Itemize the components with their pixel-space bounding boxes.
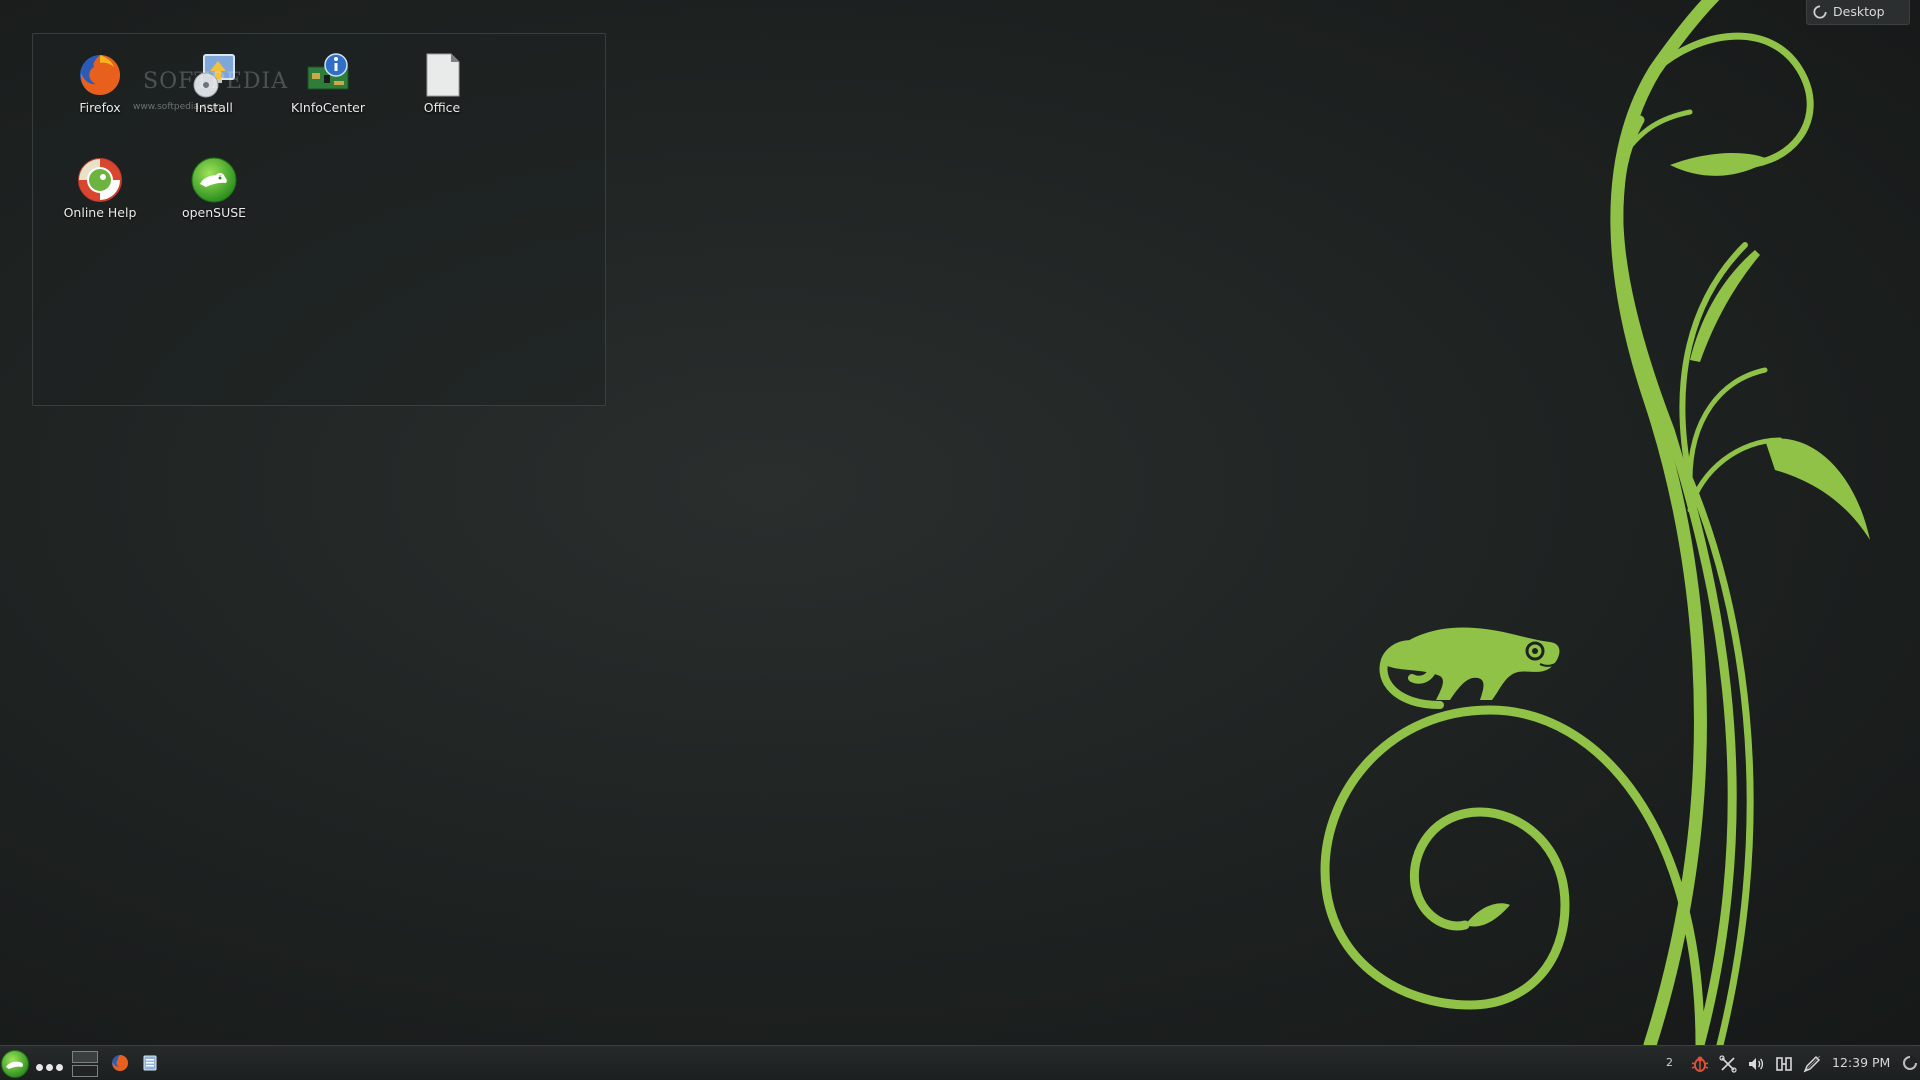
- install-icon: [193, 54, 235, 98]
- desktop-icon-firefox[interactable]: Firefox: [45, 34, 155, 130]
- desktop-icon-office[interactable]: Office: [387, 34, 497, 130]
- desktop-toolbox-button[interactable]: Desktop: [1806, 0, 1910, 25]
- office-document-icon: [426, 53, 460, 97]
- desktop-icon-label: Firefox: [79, 100, 121, 115]
- desktop-icon-install[interactable]: Install: [159, 34, 269, 130]
- dot-icon: [36, 1064, 43, 1071]
- activity-manager-button[interactable]: [36, 1056, 68, 1071]
- dot-icon: [56, 1064, 63, 1071]
- dot-icon: [46, 1064, 53, 1071]
- volume-icon[interactable]: [1746, 1054, 1766, 1074]
- clipboard-icon[interactable]: [1774, 1054, 1794, 1074]
- digital-clock[interactable]: 12:39 PM: [1832, 1055, 1890, 1070]
- desktop-icon-label: openSUSE: [181, 205, 247, 220]
- desktop-icon-label: Install: [195, 100, 233, 115]
- folder-view-widget[interactable]: Firefox Install KInfoCenter Office Onlin…: [32, 33, 606, 406]
- pager-desktop-2[interactable]: [72, 1065, 98, 1077]
- online-help-icon: [78, 158, 122, 202]
- desktop-toolbox-label: Desktop: [1833, 4, 1885, 19]
- firefox-icon[interactable]: [111, 1054, 129, 1072]
- bug-icon[interactable]: [1690, 1054, 1710, 1074]
- opensuse-launcher-icon[interactable]: [0, 1049, 30, 1079]
- panel-toolbox-icon[interactable]: [1902, 1055, 1918, 1071]
- desktop-icon-label: Online Help: [63, 205, 137, 220]
- virtual-desktop-pager[interactable]: [72, 1049, 100, 1079]
- firefox-icon: [80, 55, 120, 95]
- desktop-icon-kinfocenter[interactable]: KInfoCenter: [273, 34, 383, 130]
- notification-count[interactable]: 2: [1666, 1056, 1673, 1069]
- cashew-icon: [1813, 5, 1827, 19]
- pager-desktop-1[interactable]: [72, 1051, 98, 1063]
- pen-icon[interactable]: [1802, 1054, 1822, 1074]
- desktop-icon-label: Office: [423, 100, 461, 115]
- desktop-icon-opensuse[interactable]: openSUSE: [159, 139, 269, 235]
- kinfocenter-icon: [307, 53, 349, 90]
- desktop-icon-online-help[interactable]: Online Help: [45, 139, 155, 235]
- network-disconnected-icon[interactable]: [1718, 1054, 1738, 1074]
- desktop-icon-label: KInfoCenter: [291, 100, 365, 115]
- dolphin-file-manager-icon[interactable]: [141, 1054, 159, 1072]
- taskbar-panel: 2 12:39 PM: [0, 1045, 1920, 1080]
- opensuse-icon: [191, 157, 237, 203]
- desktop[interactable]: Firefox Install KInfoCenter Office Onlin…: [0, 0, 1920, 1080]
